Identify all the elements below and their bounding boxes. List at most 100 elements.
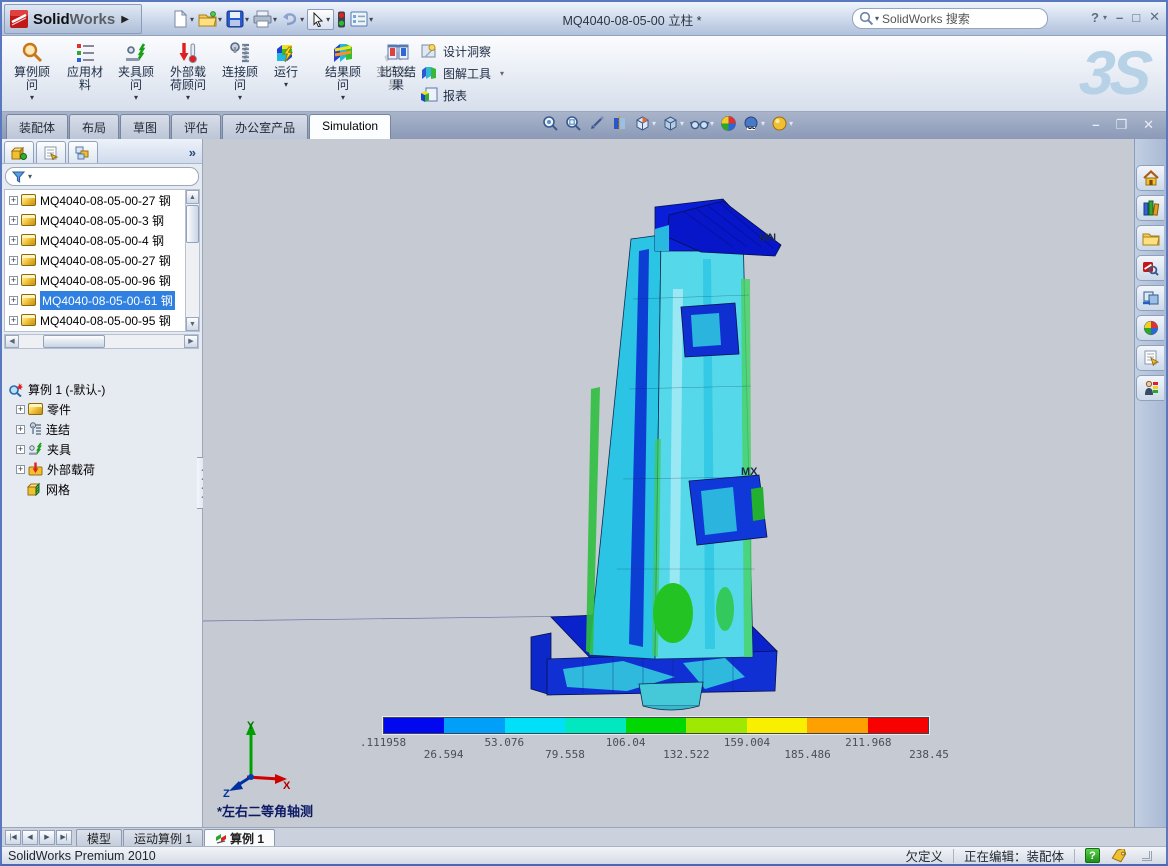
dropdown-arrow-icon[interactable]: ▾ bbox=[238, 93, 242, 102]
report-button[interactable]: 报表 bbox=[420, 86, 504, 104]
apply-material-button[interactable]: 应用材 料 bbox=[60, 39, 110, 107]
help-dropdown-arrow-icon[interactable]: ▾ bbox=[1103, 13, 1107, 22]
tree-item[interactable]: +MQ4040-08-05-00-27 钢 bbox=[5, 250, 185, 270]
study-item-external-loads[interactable]: + 外部载荷 bbox=[2, 459, 202, 479]
previous-view-button[interactable] bbox=[588, 115, 605, 132]
study-item-connections[interactable]: + 连结 bbox=[2, 419, 202, 439]
new-document-button[interactable]: ▾ bbox=[170, 8, 195, 30]
expand-icon[interactable]: + bbox=[9, 256, 18, 265]
tab-study-1[interactable]: 算例 1 bbox=[204, 829, 275, 846]
expand-icon[interactable]: + bbox=[9, 196, 18, 205]
view-orientation-button[interactable]: ▾ bbox=[634, 115, 656, 132]
save-button[interactable]: ▾ bbox=[225, 8, 250, 30]
dropdown-arrow-icon[interactable]: ▾ bbox=[341, 93, 345, 102]
expand-icon[interactable]: + bbox=[9, 216, 18, 225]
tab-layout[interactable]: 布局 bbox=[69, 114, 119, 139]
results-advisor-button[interactable]: 结果顾 问 ▾ bbox=[318, 39, 368, 107]
open-button[interactable]: ▾ bbox=[197, 8, 223, 30]
close-button[interactable]: ✕ bbox=[1149, 9, 1160, 25]
display-style-button[interactable]: ▾ bbox=[662, 115, 684, 132]
scroll-up-button[interactable]: ▲ bbox=[186, 190, 199, 204]
doc-minimize-button[interactable]: – bbox=[1092, 117, 1099, 133]
doc-restore-button[interactable]: ❐ bbox=[1115, 117, 1127, 133]
tab-model[interactable]: 模型 bbox=[76, 829, 122, 846]
fixtures-advisor-button[interactable]: 夹具顾 问 ▾ bbox=[112, 39, 160, 107]
zoom-to-area-button[interactable] bbox=[565, 115, 582, 132]
study-item-fixtures[interactable]: + 夹具 bbox=[2, 439, 202, 459]
tag-icon[interactable] bbox=[1110, 849, 1128, 863]
resize-grip[interactable] bbox=[1142, 851, 1152, 861]
tab-evaluate[interactable]: 评估 bbox=[171, 114, 221, 139]
tab-assembly[interactable]: 装配体 bbox=[6, 114, 68, 139]
feature-manager-tab[interactable] bbox=[4, 141, 34, 163]
search-input[interactable] bbox=[882, 12, 1041, 26]
minimize-button[interactable]: – bbox=[1116, 10, 1123, 25]
tree-item[interactable]: +MQ4040-08-05-00-95 钢 bbox=[5, 310, 185, 330]
plot-tools-button[interactable]: 图解工具 ▾ bbox=[420, 64, 504, 82]
dropdown-arrow-icon[interactable]: ▾ bbox=[134, 93, 138, 102]
print-button[interactable]: ▾ bbox=[252, 8, 278, 30]
expand-icon[interactable]: + bbox=[16, 445, 25, 454]
app-logo[interactable]: Solid Works ▶ bbox=[4, 4, 142, 34]
filter-dropdown-arrow-icon[interactable]: ▾ bbox=[28, 172, 32, 181]
tree-item[interactable]: +MQ4040-08-05-00-4 钢 bbox=[5, 230, 185, 250]
tab-motion-study[interactable]: 运动算例 1 bbox=[123, 829, 203, 846]
vertical-scrollbar[interactable]: ▲ ▼ bbox=[185, 189, 200, 332]
view-palette-button[interactable] bbox=[1136, 285, 1164, 311]
zoom-to-fit-button[interactable] bbox=[542, 115, 559, 132]
study-item-parts[interactable]: + 零件 bbox=[2, 399, 202, 419]
tab-office-products[interactable]: 办公室产品 bbox=[222, 114, 308, 139]
run-button[interactable]: 运行 ▾ bbox=[266, 39, 306, 107]
search-pane-button[interactable] bbox=[1136, 255, 1164, 281]
configuration-manager-tab[interactable] bbox=[68, 141, 98, 163]
tree-item[interactable]: +MQ4040-08-05-00-27 钢 bbox=[5, 190, 185, 210]
study-advisor-button[interactable]: 算例顾 问 ▾ bbox=[6, 39, 58, 107]
appearances-scenes-button[interactable] bbox=[1136, 315, 1164, 341]
graphics-viewport[interactable]: MN MX .111958 26.594 bbox=[203, 139, 1137, 827]
scroll-down-button[interactable]: ▼ bbox=[186, 317, 199, 331]
simulation-advisor-button[interactable] bbox=[1136, 375, 1164, 401]
horizontal-scrollbar[interactable]: ◀ ▶ bbox=[4, 334, 199, 349]
expand-icon[interactable]: + bbox=[9, 236, 18, 245]
options-button[interactable]: ▾ bbox=[349, 9, 374, 29]
design-insight-button[interactable]: 设计洞察 bbox=[420, 42, 504, 60]
tree-item[interactable]: +MQ4040-08-05-00-3 钢 bbox=[5, 210, 185, 230]
apply-scene-button[interactable]: ▾ bbox=[743, 115, 765, 132]
scroll-left-button[interactable]: ◀ bbox=[5, 335, 19, 348]
help-button[interactable]: ? bbox=[1091, 10, 1099, 25]
edit-appearance-button[interactable] bbox=[720, 115, 737, 132]
rebuild-button[interactable] bbox=[336, 9, 347, 30]
tree-item[interactable]: +MQ4040-08-05-00-96 钢 bbox=[5, 270, 185, 290]
expand-icon[interactable]: + bbox=[16, 405, 25, 414]
compare-results-button[interactable]: 比较结 果 bbox=[376, 39, 420, 107]
tree-item-selected[interactable]: +MQ4040-08-05-00-61 钢 bbox=[5, 290, 185, 310]
expand-icon[interactable]: + bbox=[9, 296, 18, 305]
panel-expand-chevron-icon[interactable]: » bbox=[189, 145, 200, 163]
tab-sketch[interactable]: 草图 bbox=[120, 114, 170, 139]
dropdown-arrow-icon[interactable]: ▾ bbox=[30, 93, 34, 102]
expand-icon[interactable]: + bbox=[16, 425, 25, 434]
expand-icon[interactable]: + bbox=[9, 276, 18, 285]
expand-icon[interactable]: + bbox=[9, 316, 18, 325]
design-library-button[interactable] bbox=[1136, 195, 1164, 221]
view-settings-button[interactable]: ▾ bbox=[771, 115, 793, 132]
solidworks-resources-button[interactable] bbox=[1136, 165, 1164, 191]
select-tool-button[interactable]: ▾ bbox=[307, 9, 334, 30]
scroll-right-button[interactable]: ▶ bbox=[184, 335, 198, 348]
external-loads-advisor-button[interactable]: 外部载 荷顾问 ▾ bbox=[162, 39, 214, 107]
dropdown-arrow-icon[interactable]: ▾ bbox=[500, 69, 504, 78]
last-sheet-button[interactable]: ▶| bbox=[56, 830, 72, 845]
section-view-button[interactable] bbox=[611, 115, 628, 132]
connections-advisor-button[interactable]: 连接顾 问 ▾ bbox=[216, 39, 264, 107]
quick-tips-icon[interactable]: ? bbox=[1085, 848, 1100, 863]
dropdown-arrow-icon[interactable]: ▾ bbox=[186, 93, 190, 102]
hide-show-items-button[interactable]: ▾ bbox=[690, 116, 714, 131]
custom-properties-button[interactable] bbox=[1136, 345, 1164, 371]
tab-simulation[interactable]: Simulation bbox=[309, 114, 391, 139]
first-sheet-button[interactable]: |◀ bbox=[5, 830, 21, 845]
property-manager-tab[interactable] bbox=[36, 141, 66, 163]
maximize-button[interactable]: □ bbox=[1132, 10, 1140, 25]
search-scope-arrow-icon[interactable]: ▾ bbox=[875, 14, 879, 23]
filter-box[interactable]: ▾ bbox=[5, 167, 199, 186]
undo-button[interactable]: ▾ bbox=[280, 8, 305, 30]
